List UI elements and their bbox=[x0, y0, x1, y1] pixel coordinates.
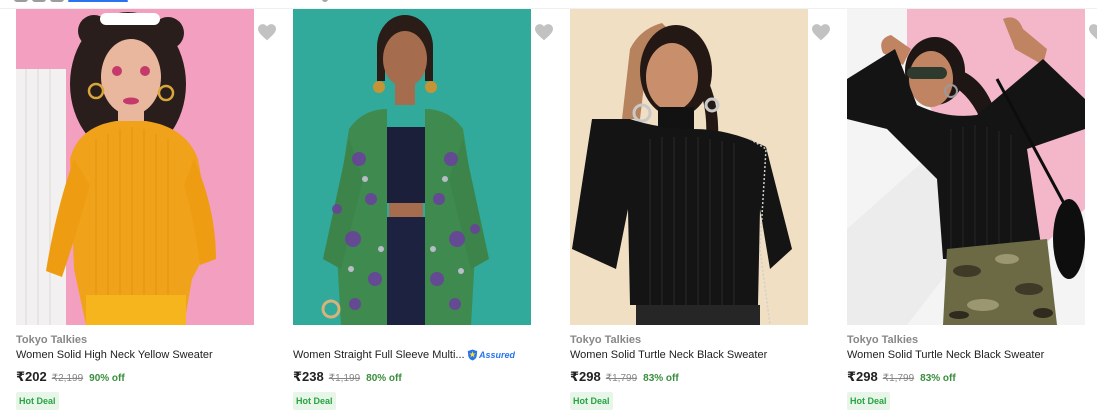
cropped-link[interactable] bbox=[68, 0, 128, 2]
wishlist-button[interactable] bbox=[1085, 19, 1097, 45]
product-image-woman-floral-jacket bbox=[293, 9, 531, 325]
cropped-text bbox=[50, 0, 64, 2]
product-mrp: ₹1,799 bbox=[882, 373, 915, 384]
product-image[interactable] bbox=[847, 9, 1085, 325]
wishlist-button[interactable] bbox=[531, 19, 557, 45]
assured-label: Assured bbox=[478, 350, 515, 360]
product-title[interactable]: Women Solid Turtle Neck Black Sweater bbox=[570, 349, 767, 361]
top-strip-cropped bbox=[0, 0, 1097, 9]
heart-icon bbox=[533, 23, 555, 42]
hot-deal-badge: Hot Deal bbox=[847, 392, 890, 410]
product-grid: Tokyo Talkies Women Solid High Neck Yell… bbox=[0, 9, 1097, 419]
product-mrp: ₹1,799 bbox=[605, 373, 638, 384]
price-row: ₹298 ₹1,799 83% off bbox=[570, 369, 679, 385]
heart-icon bbox=[810, 23, 832, 42]
product-mrp: ₹1,199 bbox=[328, 373, 361, 384]
product-title[interactable]: Women Straight Full Sleeve Multi... bbox=[293, 349, 465, 361]
cropped-text bbox=[322, 0, 328, 2]
product-price: ₹238 bbox=[293, 369, 324, 384]
product-brand: Tokyo Talkies bbox=[847, 334, 919, 346]
product-brand: Tokyo Talkies bbox=[16, 334, 88, 346]
price-row: ₹298 ₹1,799 83% off bbox=[847, 369, 956, 385]
product-discount: 83% off bbox=[920, 373, 956, 384]
price-row: ₹202 ₹2,199 90% off bbox=[16, 369, 125, 385]
product-card[interactable]: Tokyo Talkies Women Solid High Neck Yell… bbox=[16, 9, 278, 419]
product-image-woman-black-turtleneck bbox=[570, 9, 808, 325]
product-price: ₹298 bbox=[847, 369, 878, 384]
product-discount: 90% off bbox=[89, 373, 125, 384]
product-discount: 80% off bbox=[366, 373, 402, 384]
product-card[interactable]: Women Straight Full Sleeve Multi... Assu… bbox=[293, 9, 555, 419]
product-image[interactable] bbox=[16, 9, 254, 325]
product-title[interactable]: Women Solid Turtle Neck Black Sweater bbox=[847, 349, 1044, 361]
product-image[interactable] bbox=[570, 9, 808, 325]
wishlist-button[interactable] bbox=[808, 19, 834, 45]
product-title[interactable]: Women Solid High Neck Yellow Sweater bbox=[16, 349, 213, 361]
assured-badge: Assured bbox=[467, 348, 515, 362]
hot-deal-badge: Hot Deal bbox=[16, 392, 59, 410]
product-price: ₹298 bbox=[570, 369, 601, 384]
assured-shield-icon bbox=[467, 349, 478, 361]
hot-deal-badge: Hot Deal bbox=[570, 392, 613, 410]
product-mrp: ₹2,199 bbox=[51, 373, 84, 384]
cropped-text bbox=[32, 0, 46, 2]
wishlist-button[interactable] bbox=[254, 19, 280, 45]
product-image[interactable] bbox=[293, 9, 531, 325]
product-card[interactable]: Tokyo Talkies Women Solid Turtle Neck Bl… bbox=[570, 9, 832, 419]
hot-deal-badge: Hot Deal bbox=[293, 392, 336, 410]
cropped-breadcrumb bbox=[14, 0, 128, 2]
product-discount: 83% off bbox=[643, 373, 679, 384]
product-price: ₹202 bbox=[16, 369, 47, 384]
product-image-woman-yellow-sweater bbox=[16, 9, 254, 325]
product-card[interactable]: Tokyo Talkies Women Solid Turtle Neck Bl… bbox=[847, 9, 1097, 419]
product-image-woman-black-turtleneck-camo bbox=[847, 9, 1085, 325]
heart-icon bbox=[256, 23, 278, 42]
price-row: ₹238 ₹1,199 80% off bbox=[293, 369, 402, 385]
product-brand: Tokyo Talkies bbox=[570, 334, 642, 346]
cropped-text bbox=[14, 0, 28, 2]
heart-icon bbox=[1087, 23, 1097, 41]
